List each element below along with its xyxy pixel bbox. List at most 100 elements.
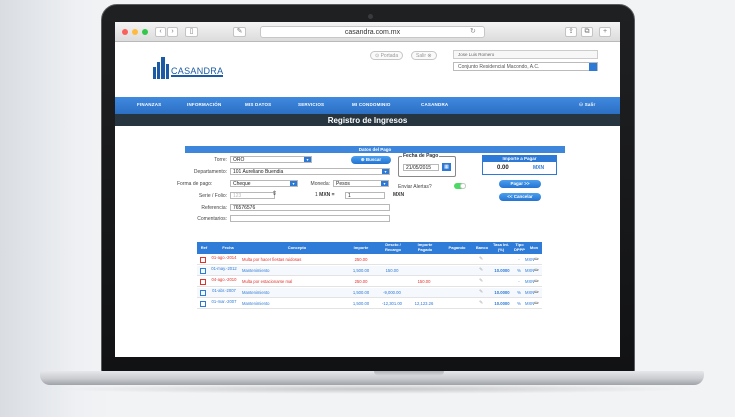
bank-icon: ✎	[479, 289, 484, 295]
casandra-logo-icon[interactable]	[153, 57, 171, 79]
nav-informacion[interactable]: INFORMACIÓN	[187, 102, 221, 107]
ref-icon[interactable]	[200, 279, 206, 285]
tc-prefix: 1 MXN =	[315, 193, 335, 198]
tasa-cell: 10.0000	[494, 301, 510, 306]
calendar-icon[interactable]: ▦	[442, 163, 451, 171]
nav-servicios[interactable]: SERVICIOS	[298, 102, 324, 107]
tabs-icon[interactable]: ⧉	[581, 27, 593, 37]
th-mon: Mon	[529, 245, 539, 250]
depto-select[interactable]: 101 Aureliano Buendia ▾	[230, 168, 390, 175]
th-descto: Descto / Recargo	[384, 242, 401, 252]
table-row[interactable]: 01-ago.-2014 Multa por hacer fiestas ruid…	[197, 255, 542, 265]
laptop-screen: ‹ › ▯ ✎ casandra.com.mx ↻ ⇪ ⧉ + CASANDRA…	[115, 22, 620, 357]
buscar-button[interactable]: ⊕ Buscar	[351, 156, 391, 164]
address-bar[interactable]: casandra.com.mx	[260, 26, 485, 38]
nav-casandra[interactable]: CASANDRA	[421, 102, 448, 107]
nav-finanzas[interactable]: FINANZAS	[137, 102, 161, 107]
nav-mi-condominio[interactable]: MI CONDOMINIO	[352, 102, 391, 107]
chevron-down-icon[interactable]: ▾	[382, 169, 389, 174]
back-icon[interactable]: ‹	[155, 27, 166, 37]
table-row[interactable]: 01-mar.-2007 Mantenimiento 1,500.00 -12,301…	[197, 299, 542, 309]
table-row[interactable]: 04-ago.-2010 Multa por estacionarse mal 25…	[197, 277, 542, 287]
ref-icon[interactable]	[200, 268, 206, 274]
torre-value: ORO	[233, 157, 245, 163]
th-concepto: Concepto	[287, 245, 307, 250]
comentarios-input[interactable]	[230, 215, 390, 222]
enviar-alertas-toggle[interactable]	[454, 183, 466, 189]
importe-currency: MXN	[533, 165, 545, 171]
table-header: Ref Fecha Concepto Importe Descto / Reca…	[197, 242, 542, 254]
moneda-select[interactable]: Pesos ▾	[333, 180, 389, 187]
condominio-select[interactable]: Conjunto Residencial Macondo, A.C.	[453, 62, 598, 71]
salir-label: Salir	[416, 53, 427, 59]
fecha-pago-input[interactable]: 21/05/2015	[403, 164, 439, 171]
portada-button[interactable]: ⊙ Portada	[370, 51, 404, 60]
ref-icon[interactable]	[200, 290, 206, 296]
nav-salir-label: Salir	[584, 102, 596, 107]
descto-cell: 150.00	[385, 268, 399, 273]
ref-icon[interactable]	[200, 257, 206, 263]
importe-cell: 1,500.00	[352, 290, 370, 295]
minimize-window-icon[interactable]	[132, 29, 138, 35]
edit-icon[interactable]: ✏	[534, 256, 539, 263]
forward-icon[interactable]: ›	[167, 27, 178, 37]
condominio-value: Conjunto Residencial Macondo, A.C.	[458, 64, 540, 70]
user-name-field: Jose Luis Romero	[453, 50, 598, 59]
reload-icon[interactable]: ↻	[470, 27, 476, 35]
table-row[interactable]: 01-abr.-2007 Mantenimiento 1,500.00 -9,000.…	[197, 288, 542, 298]
portada-label: Portada	[380, 53, 399, 59]
importe-value: 0.00	[497, 165, 509, 171]
sidebar-icon[interactable]: ▯	[185, 27, 198, 37]
salir-button[interactable]: Salir ⊗	[411, 51, 437, 60]
share-icon[interactable]: ⇪	[565, 27, 577, 37]
chevron-down-icon[interactable]	[589, 63, 597, 71]
laptop-notch	[374, 371, 444, 376]
tipo-cell: %	[517, 290, 521, 295]
fecha-cell: 01-mar.-2007	[211, 299, 237, 304]
nav-mis-datos[interactable]: MIS DATOS	[245, 102, 271, 107]
comentarios-label: Comentarios:	[197, 216, 227, 222]
chevron-down-icon[interactable]: ▾	[290, 181, 297, 186]
fecha-pago-label: Fecha de Pago	[402, 153, 440, 159]
edit-icon[interactable]: ✏	[534, 289, 539, 296]
pagar-button[interactable]: Pagar >>	[499, 180, 541, 188]
ref-icon[interactable]	[200, 301, 206, 307]
cancelar-button[interactable]: << Cancelar	[499, 193, 541, 201]
zoom-window-icon[interactable]	[142, 29, 148, 35]
stepper-icon[interactable]: ⇕	[272, 190, 277, 197]
edit-icon[interactable]: ✏	[534, 278, 539, 285]
edit-icon[interactable]: ✏	[534, 267, 539, 274]
torre-select[interactable]: ORO ▾	[230, 156, 312, 163]
concepto-cell: Multa por estacionarse mal	[242, 279, 293, 284]
page-banner: Registro de Ingresos	[115, 114, 620, 126]
serie-folio-input[interactable]: 123	[230, 192, 275, 199]
tipo-cambio-input[interactable]: 1	[345, 192, 385, 199]
edit-icon[interactable]: ✏	[534, 300, 539, 307]
settings-icon[interactable]: ✎	[233, 27, 246, 37]
torre-label: Torre:	[214, 157, 227, 163]
chevron-down-icon[interactable]: ▾	[304, 157, 311, 162]
bank-icon: ✎	[479, 278, 484, 284]
new-tab-icon[interactable]: +	[599, 27, 611, 37]
importe-cell: 250.00	[354, 257, 368, 262]
importe-cell: 250.00	[354, 279, 368, 284]
close-window-icon[interactable]	[122, 29, 128, 35]
laptop-shadow	[52, 384, 692, 394]
importe-box: Importe a Pagar 0.00 MXN	[482, 155, 557, 175]
forma-pago-select[interactable]: Cheque ▾	[230, 180, 298, 187]
nav-salir[interactable]: ⚇ Salir	[579, 102, 595, 108]
moneda-value: Pesos	[336, 181, 350, 187]
tc-mxn: MXN =	[319, 192, 335, 198]
concepto-cell: Multa por hacer fiestas ruidosas	[242, 257, 302, 262]
importe-cell: 1,500.00	[352, 268, 370, 273]
th-tipo: Tipo DPPP	[514, 242, 525, 252]
th-banco: Banco	[475, 245, 489, 250]
bank-icon: ✎	[479, 267, 484, 273]
chevron-down-icon[interactable]: ▾	[381, 181, 388, 186]
fecha-pago-group: Fecha de Pago 21/05/2015 ▦	[398, 153, 456, 177]
referencia-input[interactable]: 76576576	[230, 204, 390, 211]
table-row[interactable]: 01-may.-2012 Mantenimiento 1,500.00 150.00 ✎…	[197, 266, 542, 276]
buscar-label: Buscar	[365, 157, 382, 162]
fecha-cell: 01-may.-2012	[211, 266, 237, 271]
fecha-cell: 04-ago.-2010	[211, 277, 237, 282]
